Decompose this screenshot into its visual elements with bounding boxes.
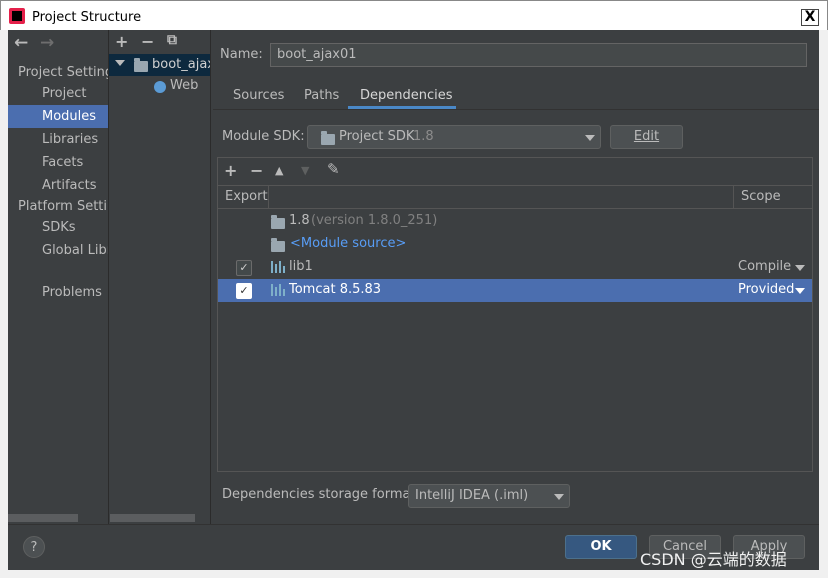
dependency-name: <Module source> — [290, 236, 407, 251]
table-row[interactable]: <Module source> — [218, 233, 812, 256]
help-button[interactable]: ? — [23, 536, 45, 558]
ok-button[interactable]: OK — [565, 535, 637, 559]
sdk-version: 1.8 — [413, 129, 434, 144]
edit-pencil-icon[interactable]: ✎ — [327, 160, 340, 178]
tree-scrollbar[interactable] — [110, 514, 195, 522]
move-up-icon[interactable]: ▲ — [275, 164, 283, 177]
close-button[interactable]: X — [801, 9, 819, 26]
sidebar-item-sdks[interactable]: SDKs — [8, 216, 108, 239]
dependency-detail: (version 1.8.0_251) — [311, 213, 438, 228]
table-row[interactable]: ✓ Tomcat 8.5.83 Provided — [218, 279, 812, 302]
name-label: Name: — [220, 47, 263, 62]
module-tree: + − ⧉ boot_ajax01 Web — [109, 30, 210, 524]
sidebar-item-problems[interactable]: Problems — [8, 281, 108, 304]
column-export[interactable]: Export — [225, 189, 268, 204]
dependency-name: 1.8 — [289, 213, 310, 228]
dependency-scope[interactable]: Provided — [738, 282, 794, 297]
title-bar: Project Structure X — [0, 0, 828, 30]
dependency-name: lib1 — [289, 259, 313, 274]
section-project-settings: Project Settings — [18, 65, 108, 80]
export-checkbox[interactable]: ✓ — [236, 260, 252, 276]
folder-icon — [271, 215, 285, 229]
storage-format-select[interactable]: IntelliJ IDEA (.iml) — [408, 484, 570, 508]
tab-sources[interactable]: Sources — [233, 88, 284, 103]
library-icon — [271, 261, 285, 273]
expand-chevron-icon[interactable] — [115, 60, 125, 66]
add-dependency-icon[interactable]: + — [224, 161, 237, 180]
sidebar-item-facets[interactable]: Facets — [8, 151, 108, 174]
scope-dropdown-icon[interactable] — [795, 265, 805, 271]
module-sdk-label: Module SDK: — [222, 129, 305, 144]
copy-module-icon[interactable]: ⧉ — [167, 32, 177, 48]
web-facet-icon — [154, 81, 166, 93]
table-row[interactable]: 1.8 (version 1.8.0_251) — [218, 210, 812, 233]
sidebar-item-project[interactable]: Project — [8, 82, 108, 105]
tree-item-web[interactable]: Web — [109, 76, 210, 98]
sidebar-item-global-libraries[interactable]: Global Libraries — [8, 239, 108, 262]
tab-paths[interactable]: Paths — [304, 88, 339, 103]
dropdown-arrow-icon — [585, 135, 595, 141]
scope-dropdown-icon[interactable] — [795, 288, 805, 294]
section-platform-settings: Platform Settings — [18, 199, 108, 214]
add-module-icon[interactable]: + — [115, 32, 128, 51]
export-checkbox[interactable]: ✓ — [236, 283, 252, 299]
edit-sdk-button[interactable]: Edit — [610, 125, 683, 149]
dropdown-arrow-icon — [554, 494, 564, 500]
tab-dependencies[interactable]: Dependencies — [360, 88, 453, 103]
tree-item-root[interactable]: boot_ajax01 — [109, 54, 210, 76]
watermark: CSDN @云端的数据 — [640, 550, 787, 569]
table-header: Export Scope — [218, 185, 812, 209]
dependencies-table: + − ▲ ▼ ✎ Export Scope 1.8 (version 1.8.… — [217, 157, 813, 472]
tree-root-label: boot_ajax01 — [152, 57, 210, 72]
window-title: Project Structure — [32, 10, 142, 25]
module-folder-icon — [134, 58, 148, 72]
folder-icon — [271, 238, 285, 252]
move-down-icon[interactable]: ▼ — [301, 164, 309, 177]
remove-module-icon[interactable]: − — [141, 32, 154, 51]
remove-dependency-icon[interactable]: − — [250, 161, 263, 180]
library-icon — [271, 284, 285, 296]
sdk-value: Project SDK — [339, 129, 415, 144]
sdk-folder-icon — [321, 131, 335, 145]
dependency-name: Tomcat 8.5.83 — [289, 282, 382, 297]
column-scope[interactable]: Scope — [741, 189, 781, 204]
storage-format-label: Dependencies storage format: — [222, 487, 420, 502]
tree-web-label: Web — [170, 78, 199, 93]
module-sdk-select[interactable]: Project SDK 1.8 — [307, 125, 601, 149]
dependency-scope[interactable]: Compile — [738, 259, 791, 274]
sidebar-item-libraries[interactable]: Libraries — [8, 128, 108, 151]
back-arrow-icon[interactable]: ← — [14, 33, 28, 53]
table-row[interactable]: ✓ lib1 Compile — [218, 256, 812, 279]
forward-arrow-icon[interactable]: → — [40, 33, 54, 53]
intellij-app-icon — [9, 8, 25, 24]
module-name-input[interactable]: boot_ajax01 — [270, 43, 807, 67]
sidebar-item-artifacts[interactable]: Artifacts — [8, 174, 108, 197]
sidebar-item-modules[interactable]: Modules — [8, 105, 108, 128]
storage-format-value: IntelliJ IDEA (.iml) — [415, 488, 529, 503]
settings-sidebar: ← → Project Settings Project Modules Lib… — [8, 30, 108, 524]
sidebar-scrollbar[interactable] — [8, 514, 78, 522]
